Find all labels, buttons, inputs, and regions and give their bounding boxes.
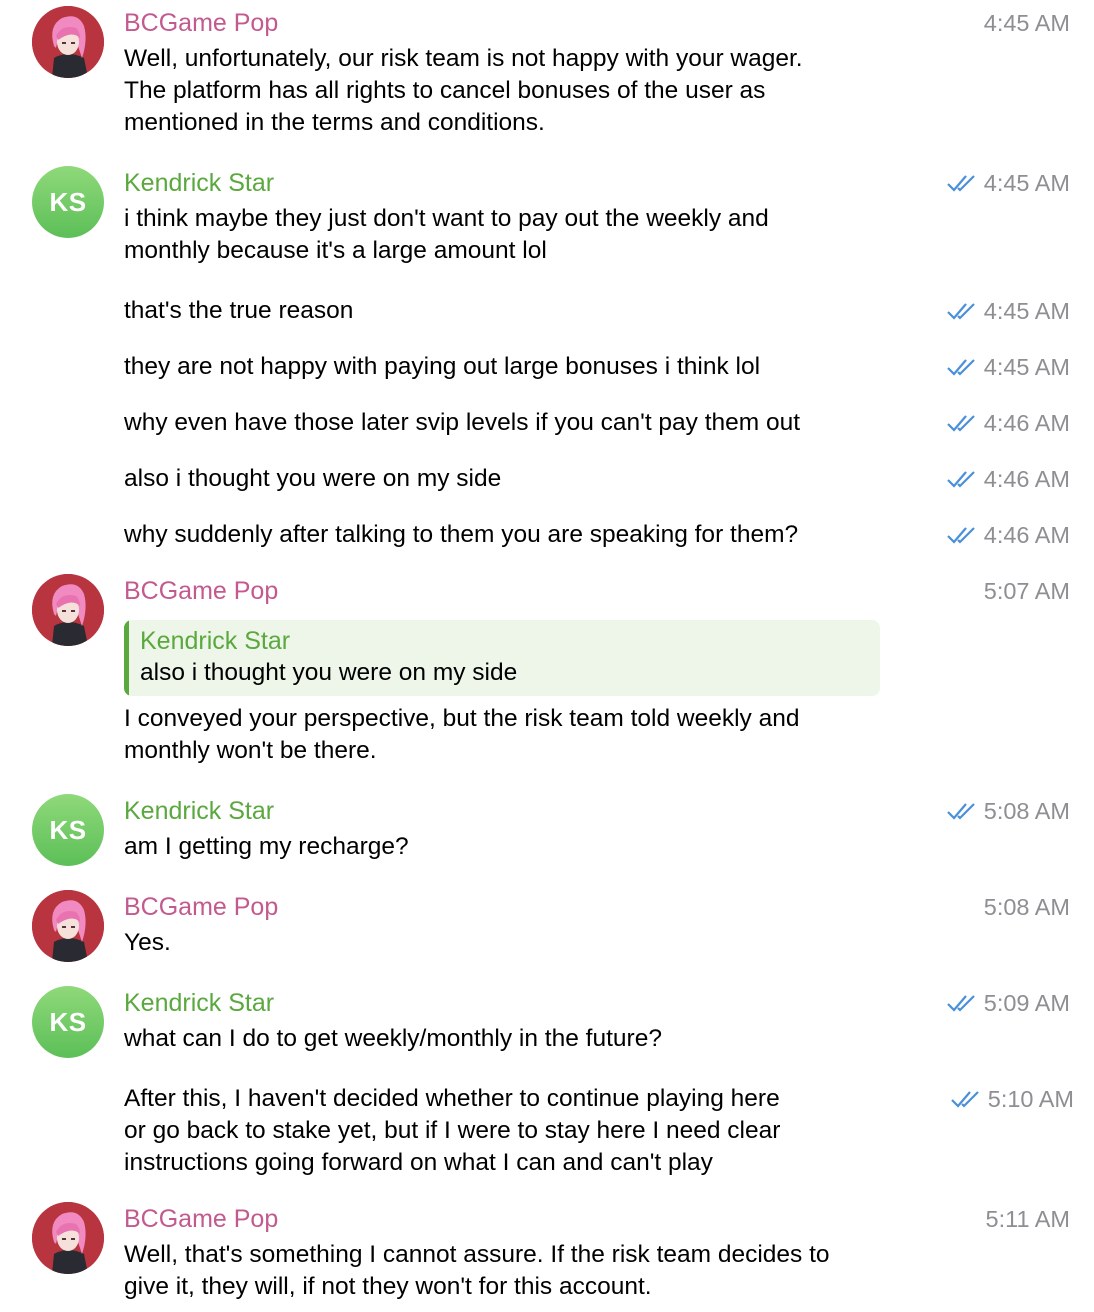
time-label: 4:46 AM [983,410,1070,436]
message-time: 5:11 AM [986,1203,1070,1235]
message-text: why suddenly after talking to them you a… [124,519,924,551]
double-check-icon [946,803,975,820]
bcgame-pop-avatar[interactable] [32,574,104,646]
message-text: Yes. [124,927,924,959]
message-time: 4:46 AM [946,407,1070,439]
time-label: 5:11 AM [985,1206,1070,1232]
bcgame-pop-avatar[interactable] [32,6,104,78]
double-check-icon [946,527,975,544]
sender-name[interactable]: Kendrick Star [124,795,274,827]
message-line: why suddenly after talking to them you a… [124,521,799,548]
message-time: 4:45 AM [984,7,1070,39]
message-line: monthly won't be there. [124,737,377,764]
time-label: 4:46 AM [983,466,1070,492]
time-label: 5:08 AM [983,894,1070,920]
anime-avatar-icon [32,574,104,646]
double-check-icon [946,471,975,488]
message-line: Well, unfortunately, our risk team is no… [124,45,803,72]
message-time: 5:10 AM [950,1083,1074,1115]
message-time: 4:45 AM [946,351,1070,383]
message-time: 5:09 AM [946,987,1070,1019]
message-time: 4:46 AM [946,519,1070,551]
anime-avatar-icon [32,6,104,78]
message-line: i think maybe they just don't want to pa… [124,205,769,232]
message-time: 5:08 AM [984,891,1070,923]
sender-name[interactable]: BCGame Pop [124,891,278,923]
reply-text: also i thought you were on my side [140,659,518,686]
double-check-icon [946,359,975,376]
message-time: 5:08 AM [946,795,1070,827]
message-line: monthly because it's a large amount lol [124,237,547,264]
time-label: 4:45 AM [983,354,1070,380]
message-line: mentioned in the terms and conditions. [124,109,545,136]
message-text: what can I do to get weekly/monthly in t… [124,1023,924,1055]
reply-quote[interactable]: Kendrick Star also i thought you were on… [124,620,880,696]
message-line: that's the true reason [124,297,354,324]
sender-name[interactable]: Kendrick Star [124,167,274,199]
reply-sender-name: Kendrick Star [140,627,291,655]
message-line: After this, I haven't decided whether to… [124,1085,780,1112]
sender-name[interactable]: BCGame Pop [124,575,278,607]
message-time: 4:45 AM [946,167,1070,199]
message-text: I conveyed your perspective, but the ris… [124,703,924,767]
message-text: After this, I haven't decided whether to… [124,1083,924,1179]
message-line: I conveyed your perspective, but the ris… [124,705,800,732]
message-text: Well, that's something I cannot assure. … [124,1239,924,1303]
reply-bar [124,620,129,696]
message-text: that's the true reason [124,295,924,327]
message-text: also i thought you were on my side [124,463,924,495]
time-label: 5:08 AM [983,798,1070,824]
message-line: am I getting my recharge? [124,833,409,860]
kendrick-star-avatar[interactable]: KS [32,794,104,866]
message-text: why even have those later svip levels if… [124,407,924,439]
message-line: Well, that's something I cannot assure. … [124,1241,830,1268]
double-check-icon [950,1091,979,1108]
message-line: what can I do to get weekly/monthly in t… [124,1025,662,1052]
sender-name[interactable]: Kendrick Star [124,987,274,1019]
message-time: 4:45 AM [946,295,1070,327]
message-line: also i thought you were on my side [124,465,502,492]
message-time: 5:07 AM [984,575,1070,607]
double-check-icon [946,303,975,320]
message-line: give it, they will, if not they won't fo… [124,1273,652,1300]
message-text: Well, unfortunately, our risk team is no… [124,43,924,139]
time-label: 4:45 AM [983,170,1070,196]
time-label: 4:46 AM [983,522,1070,548]
message-line: instructions going forward on what I can… [124,1149,713,1176]
message-text: am I getting my recharge? [124,831,924,863]
message-text: i think maybe they just don't want to pa… [124,203,924,267]
double-check-icon [946,415,975,432]
message-line: or go back to stake yet, but if I were t… [124,1117,781,1144]
time-label: 5:10 AM [987,1086,1074,1112]
message-text: they are not happy with paying out large… [124,351,924,383]
anime-avatar-icon [32,890,104,962]
time-label: 4:45 AM [983,298,1070,324]
anime-avatar-icon [32,1202,104,1274]
time-label: 4:45 AM [983,10,1070,36]
message-line: they are not happy with paying out large… [124,353,761,380]
message-time: 4:46 AM [946,463,1070,495]
kendrick-star-avatar[interactable]: KS [32,986,104,1058]
message-line: The platform has all rights to cancel bo… [124,77,766,104]
message-line: why even have those later svip levels if… [124,409,801,436]
kendrick-star-avatar[interactable]: KS [32,166,104,238]
bcgame-pop-avatar[interactable] [32,1202,104,1274]
sender-name[interactable]: BCGame Pop [124,1203,278,1235]
double-check-icon [946,175,975,192]
sender-name[interactable]: BCGame Pop [124,7,278,39]
time-label: 5:07 AM [983,578,1070,604]
double-check-icon [946,995,975,1012]
bcgame-pop-avatar[interactable] [32,890,104,962]
message-line: Yes. [124,929,171,956]
time-label: 5:09 AM [983,990,1070,1016]
